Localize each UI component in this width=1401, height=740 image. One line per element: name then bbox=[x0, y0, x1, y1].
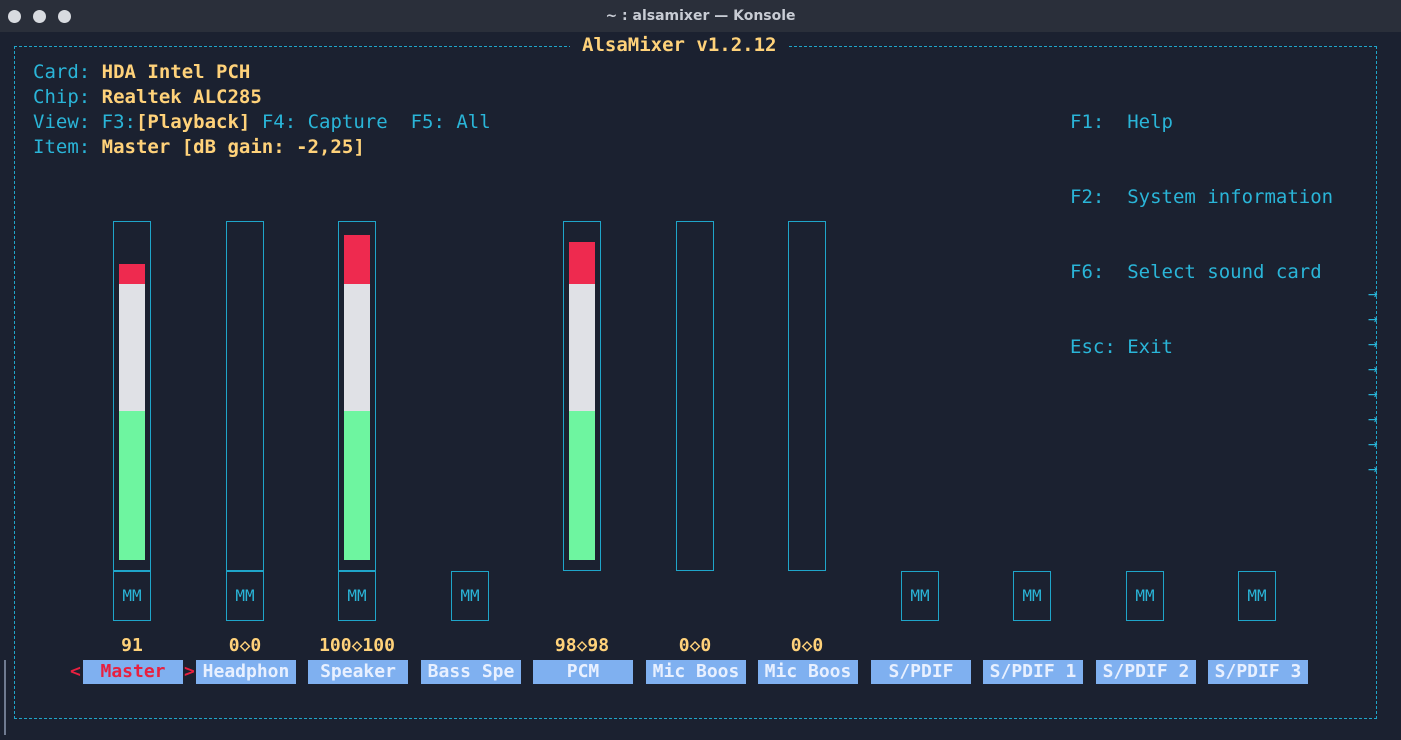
channel-label[interactable]: S/PDIF 2 bbox=[1096, 660, 1196, 684]
selection-left-marker: < bbox=[70, 661, 81, 682]
chip-value: Realtek ALC285 bbox=[101, 86, 262, 108]
chip-label: Chip: bbox=[33, 86, 91, 108]
mute-toggle[interactable]: MM bbox=[1013, 571, 1051, 621]
card-line: Card: HDA Intel PCH bbox=[33, 60, 250, 85]
channel-value: 100◇100 bbox=[319, 635, 395, 656]
item-line: Item: Master [dB gain: -2,25] bbox=[33, 135, 365, 160]
item-label: Item: bbox=[33, 136, 91, 158]
card-value: HDA Intel PCH bbox=[101, 61, 251, 83]
channel-value: 98◇98 bbox=[554, 635, 610, 656]
mixer-title: AlsaMixer v1.2.12 bbox=[570, 34, 789, 56]
volume-slider[interactable] bbox=[788, 221, 826, 571]
fkey-help-list: F1: Help F2: System information F6: Sele… bbox=[1070, 60, 1333, 410]
channel-label[interactable]: Bass Spe bbox=[421, 660, 521, 684]
volume-level-mid bbox=[119, 283, 145, 411]
maximize-window-button[interactable] bbox=[58, 10, 71, 23]
item-value: Master [dB gain: -2,25] bbox=[101, 136, 365, 158]
channel-value: 0◇0 bbox=[678, 635, 712, 656]
chip-line: Chip: Realtek ALC285 bbox=[33, 85, 262, 110]
view-playback[interactable]: [Playback] bbox=[136, 111, 250, 133]
mute-toggle[interactable]: MM bbox=[1126, 571, 1164, 621]
volume-slider[interactable] bbox=[226, 221, 264, 571]
channel-label[interactable]: Headphon bbox=[196, 660, 296, 684]
fkey-sysinfo[interactable]: F2: System information bbox=[1070, 185, 1333, 210]
volume-level-high bbox=[119, 264, 145, 284]
scroll-right-arrow-icon: → bbox=[1368, 334, 1378, 353]
scroll-right-arrow-icon: → bbox=[1368, 384, 1378, 403]
volume-slider[interactable] bbox=[676, 221, 714, 571]
channel-label[interactable]: Master bbox=[83, 660, 183, 684]
window-title: ~ : alsamixer — Konsole bbox=[605, 8, 796, 24]
fkey-help[interactable]: F1: Help bbox=[1070, 110, 1333, 135]
fkey-exit[interactable]: Esc: Exit bbox=[1070, 335, 1333, 360]
view-all[interactable]: F5: All bbox=[411, 111, 491, 133]
channel-label[interactable]: Speaker bbox=[308, 660, 408, 684]
mute-toggle[interactable]: MM bbox=[451, 571, 489, 621]
scroll-indicator bbox=[4, 660, 6, 735]
fkey-select-card[interactable]: F6: Select sound card bbox=[1070, 260, 1333, 285]
scroll-right-arrow-icon: → bbox=[1368, 359, 1378, 378]
volume-level-mid bbox=[569, 283, 595, 411]
scroll-right-arrow-icon: → bbox=[1368, 409, 1378, 428]
volume-level-low bbox=[344, 410, 370, 560]
channel-label[interactable]: S/PDIF 1 bbox=[983, 660, 1083, 684]
card-label: Card: bbox=[33, 61, 91, 83]
view-label: View: bbox=[33, 111, 91, 133]
channel-label[interactable]: Mic Boos bbox=[646, 660, 746, 684]
scroll-right-arrow-icon: → bbox=[1368, 309, 1378, 328]
volume-level-mid bbox=[344, 283, 370, 411]
channel-label[interactable]: S/PDIF bbox=[871, 660, 971, 684]
channel-value: 91 bbox=[121, 635, 143, 656]
mute-toggle[interactable]: MM bbox=[113, 571, 151, 621]
mute-toggle[interactable]: MM bbox=[1238, 571, 1276, 621]
volume-level-low bbox=[119, 410, 145, 560]
volume-level-high bbox=[569, 241, 595, 284]
view-line: View: F3:[Playback] F4: Capture F5: All bbox=[33, 110, 491, 135]
volume-level-high bbox=[344, 235, 370, 284]
window-titlebar: ~ : alsamixer — Konsole bbox=[0, 0, 1401, 32]
view-f3: F3: bbox=[101, 111, 136, 133]
channel-label[interactable]: Mic Boos bbox=[758, 660, 858, 684]
mute-toggle[interactable]: MM bbox=[901, 571, 939, 621]
scroll-right-arrow-icon: → bbox=[1368, 434, 1378, 453]
channel-value: 0◇0 bbox=[790, 635, 824, 656]
minimize-window-button[interactable] bbox=[33, 10, 46, 23]
view-capture[interactable]: F4: Capture bbox=[262, 111, 388, 133]
volume-level-low bbox=[569, 410, 595, 560]
selection-right-marker: > bbox=[184, 661, 195, 682]
mute-toggle[interactable]: MM bbox=[226, 571, 264, 621]
channel-label[interactable]: S/PDIF 3 bbox=[1208, 660, 1308, 684]
channel-value: 0◇0 bbox=[228, 635, 262, 656]
close-window-button[interactable] bbox=[8, 10, 21, 23]
mute-toggle[interactable]: MM bbox=[338, 571, 376, 621]
terminal[interactable]: AlsaMixer v1.2.12 Card: HDA Intel PCH Ch… bbox=[0, 32, 1401, 740]
scroll-right-arrow-icon: → bbox=[1368, 284, 1378, 303]
channel-label[interactable]: PCM bbox=[533, 660, 633, 684]
scroll-right-arrow-icon: → bbox=[1368, 459, 1378, 478]
